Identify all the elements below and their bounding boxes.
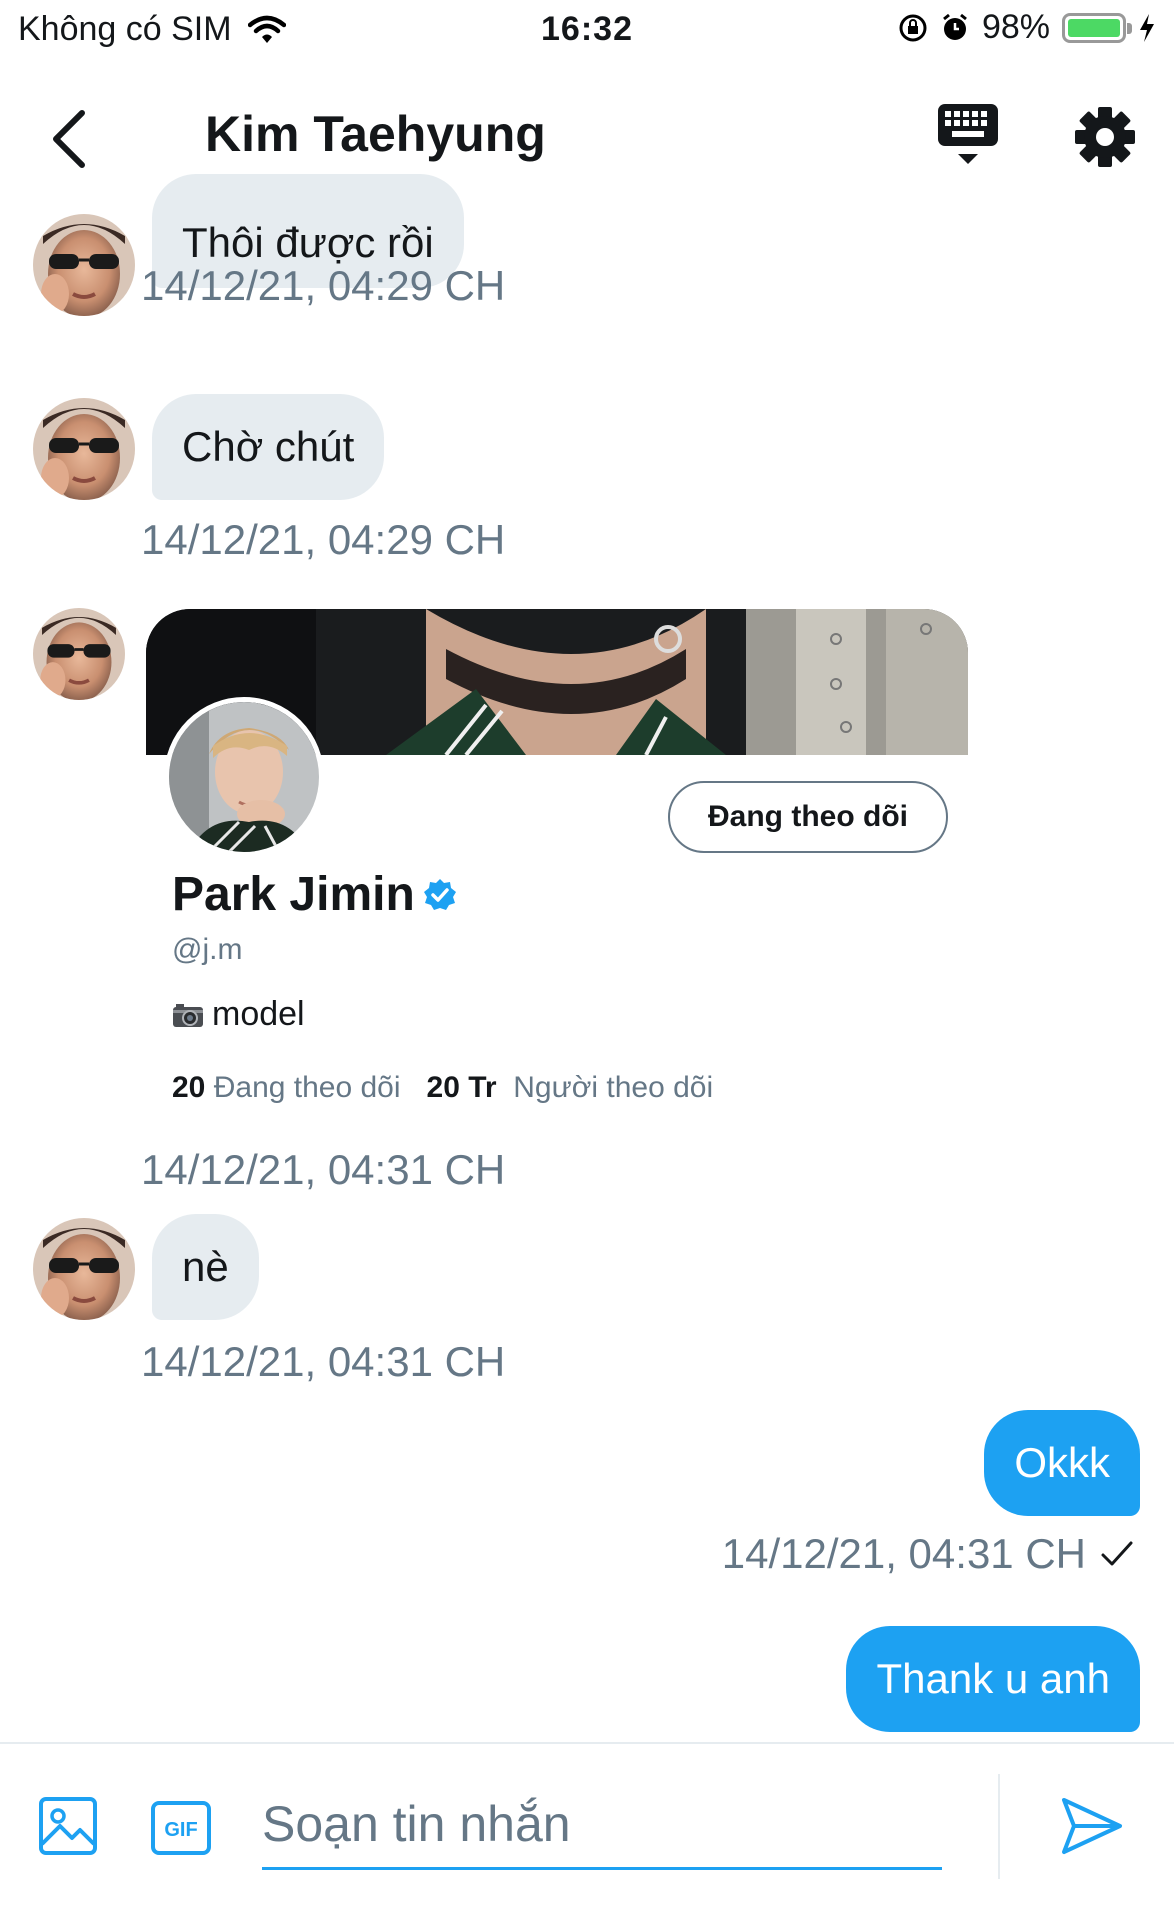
- gear-icon: [1075, 107, 1135, 167]
- message-timestamp: 14/12/21, 04:29 CH: [141, 262, 506, 309]
- alarm-icon: [943, 13, 967, 40]
- status-icons: 98%: [898, 8, 1156, 47]
- profile-avatar[interactable]: [164, 697, 324, 857]
- add-image-button[interactable]: [38, 1796, 98, 1856]
- composer-divider: [998, 1774, 1000, 1879]
- charging-icon: [1140, 13, 1154, 42]
- settings-button[interactable]: [1070, 102, 1140, 172]
- message-text: Okkk: [1014, 1439, 1110, 1486]
- following-button[interactable]: Đang theo dõi: [668, 781, 948, 853]
- message-bubble[interactable]: Chờ chút: [152, 394, 385, 500]
- message-timestamp-sent: 14/12/21, 04:31 CH: [722, 1530, 1134, 1578]
- svg-text:GIF: GIF: [164, 1819, 197, 1841]
- profile-bio: model: [172, 995, 305, 1034]
- message-input[interactable]: [262, 1780, 942, 1870]
- message-text: Chờ chút: [182, 423, 355, 470]
- message-timestamp: 14/12/21, 04:29 CH: [141, 516, 506, 563]
- following-count: 20: [172, 1071, 206, 1104]
- checkmark-icon: [1101, 1541, 1133, 1566]
- message-text: nè: [182, 1243, 229, 1290]
- avatar[interactable]: [33, 398, 135, 500]
- image-icon: [39, 1797, 97, 1855]
- send-button[interactable]: [1060, 1794, 1124, 1858]
- message-bubble-sent[interactable]: Thank u anh: [846, 1626, 1140, 1732]
- profile-card[interactable]: Đang theo dõi Park Jimin @j.m model 20 Đ…: [146, 609, 968, 1104]
- followers-label: Người theo dõi: [513, 1071, 714, 1104]
- send-icon: [1062, 1798, 1122, 1854]
- profile-stats: 20 Đang theo dõi 20 Tr Người theo dõi: [172, 1071, 713, 1105]
- battery-icon: [1062, 12, 1132, 43]
- followers-stat[interactable]: 20 Tr Người theo dõi: [427, 1071, 714, 1105]
- profile-handle: @j.m: [172, 933, 243, 966]
- chevron-left-icon: [53, 110, 85, 168]
- message-timestamp: 14/12/21, 04:31 CH: [141, 1146, 506, 1193]
- verified-badge-icon: [423, 878, 456, 910]
- back-button[interactable]: [40, 102, 96, 176]
- rotation-lock-icon: [899, 14, 927, 41]
- profile-name-row: Park Jimin: [172, 867, 457, 922]
- camera-emoji-icon: [173, 1003, 203, 1027]
- add-gif-button[interactable]: GIF: [150, 1800, 212, 1856]
- message-text: Thank u anh: [876, 1655, 1110, 1702]
- avatar[interactable]: [33, 1218, 135, 1320]
- following-stat[interactable]: 20 Đang theo dõi: [172, 1071, 401, 1105]
- profile-bio-text: model: [212, 995, 305, 1033]
- message-bubble-sent[interactable]: Okkk: [984, 1410, 1140, 1516]
- avatar[interactable]: [33, 214, 135, 316]
- keyboard-button[interactable]: [930, 102, 1006, 172]
- followers-count: 20 Tr: [426, 1071, 497, 1104]
- avatar[interactable]: [33, 608, 125, 700]
- battery-percent: 98%: [981, 8, 1050, 46]
- gif-icon: GIF: [151, 1801, 211, 1855]
- following-label: Đang theo dõi: [213, 1071, 401, 1104]
- status-bar: Không có SIM 16:32 98%: [0, 0, 1174, 62]
- message-bubble[interactable]: nè: [152, 1214, 259, 1320]
- message-list[interactable]: Thôi được rồi 14/12/21, 04:29 CH Chờ chú…: [0, 174, 1174, 1742]
- message-composer: GIF: [0, 1742, 1174, 1920]
- keyboard-icon: [938, 104, 998, 164]
- message-timestamp: 14/12/21, 04:31 CH: [141, 1338, 506, 1385]
- message-text: Thôi được rồi: [182, 219, 434, 266]
- conversation-title: Kim Taehyung: [205, 106, 546, 162]
- profile-name: Park Jimin: [172, 868, 415, 921]
- message-timestamp: 14/12/21, 04:31 CH: [721, 1530, 1086, 1577]
